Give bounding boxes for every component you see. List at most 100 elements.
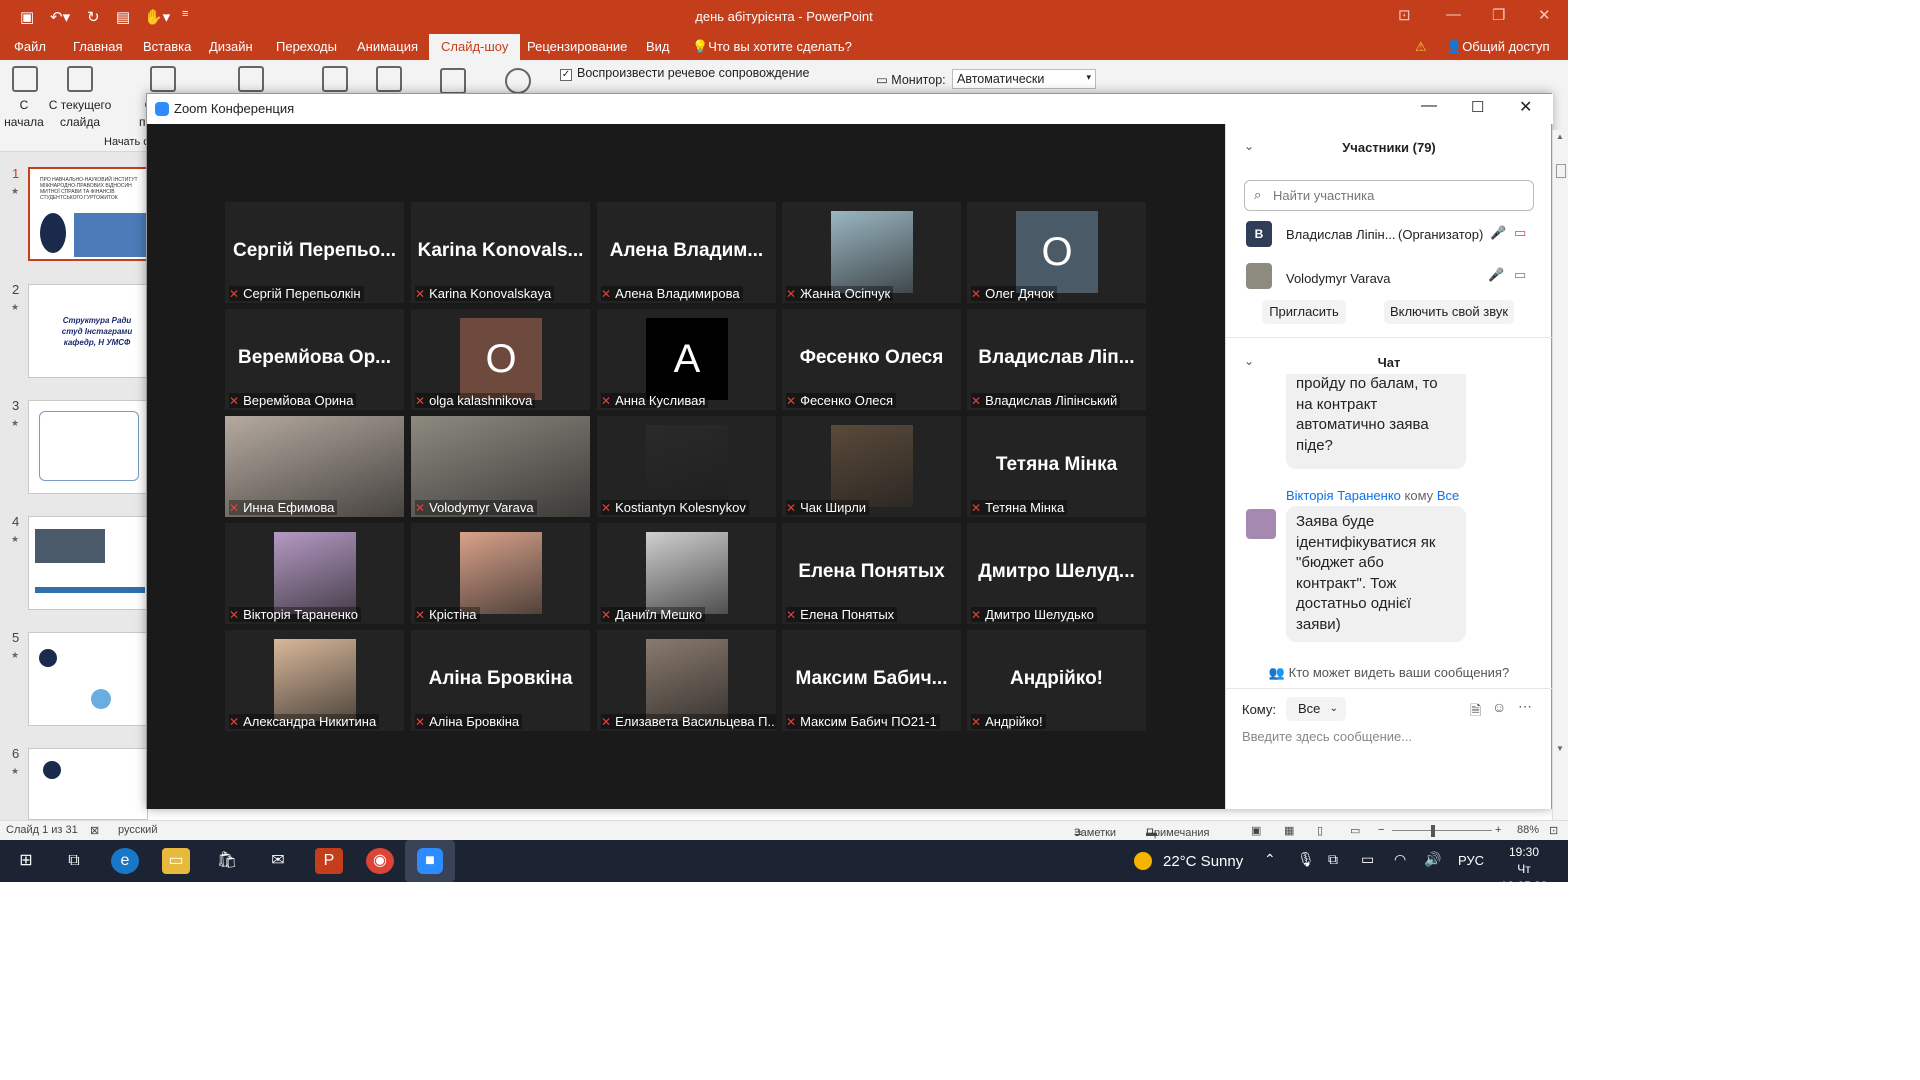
invite-button[interactable]: Пригласить xyxy=(1262,300,1346,324)
more-icon[interactable]: ⋯ xyxy=(1518,698,1532,715)
scroll-up-icon[interactable]: ▲ xyxy=(1556,132,1564,141)
reading-view-icon[interactable]: ▯ xyxy=(1317,824,1323,837)
hide-slide-icon[interactable] xyxy=(376,66,402,92)
record-icon[interactable] xyxy=(505,68,531,94)
video-tile[interactable]: ✕ Жанна Осіпчук xyxy=(782,202,961,303)
maximize-icon[interactable]: ☐ xyxy=(1471,98,1484,116)
battery-icon[interactable]: ▭ xyxy=(1361,851,1374,868)
tab-home[interactable]: Главная xyxy=(73,39,122,54)
custom-show-icon[interactable] xyxy=(238,66,264,92)
tab-insert[interactable]: Вставка xyxy=(143,39,191,54)
slide-thumbnail-3[interactable] xyxy=(28,400,148,494)
task-view-icon[interactable]: ⧉ xyxy=(60,848,88,874)
zoom-slider-handle[interactable] xyxy=(1431,825,1435,837)
narration-checkbox[interactable]: ✓ Воспроизвести речевое сопровождение xyxy=(560,66,809,81)
slide-sorter-icon[interactable]: ▦ xyxy=(1284,824,1294,837)
video-tile[interactable]: Тетяна Мінка ✕ Тетяна Мінка xyxy=(967,416,1146,517)
tab-animation[interactable]: Анимация xyxy=(357,39,418,54)
video-tile[interactable]: ✕ Даниїл Мешко xyxy=(597,523,776,624)
input-language[interactable]: РУС xyxy=(1458,853,1484,868)
video-tile[interactable]: ✕ Вікторія Тараненко xyxy=(225,523,404,624)
slide-thumbnail-5[interactable] xyxy=(28,632,148,726)
scrollbar[interactable]: ▲ ▼ xyxy=(1552,130,1568,820)
video-tile[interactable]: Владислав Ліп... ✕ Владислав Ліпінський xyxy=(967,309,1146,410)
zoom-in-icon[interactable]: + xyxy=(1495,824,1501,836)
restore-icon[interactable]: ❐ xyxy=(1492,6,1505,24)
participant-search[interactable]: ⌕ Найти участника xyxy=(1244,180,1534,211)
fit-slide-icon[interactable]: ⊡ xyxy=(1549,824,1558,837)
powerpoint-icon[interactable]: P xyxy=(315,848,343,874)
video-tile[interactable]: ✕ Крістіна xyxy=(411,523,590,624)
video-tile[interactable]: Андрійко! ✕ Андрійко! xyxy=(967,630,1146,731)
chat-visibility-link[interactable]: 👥 Кто может видеть ваши сообщения? xyxy=(1226,665,1552,681)
monitor-select[interactable]: Автоматически ▾ xyxy=(952,69,1096,89)
play-from-start-icon[interactable] xyxy=(12,66,38,92)
participant-row[interactable]: В Владислав Ліпін... (Организатор) 🎤 ▭ xyxy=(1246,220,1536,250)
tab-transitions[interactable]: Переходы xyxy=(276,39,337,54)
mic-icon[interactable]: 🎤 xyxy=(1488,267,1504,283)
play-from-current-icon[interactable] xyxy=(67,66,93,92)
video-tile[interactable]: ✕ Александра Никитина xyxy=(225,630,404,731)
windows-start-icon[interactable]: ⊞ xyxy=(12,848,40,874)
microphone-icon[interactable]: 🎙 xyxy=(1297,851,1315,868)
video-tile[interactable]: Максим Бабич... ✕ Максим Бабич ПО21-1 xyxy=(782,630,961,731)
share-button[interactable]: 👤Общий доступ xyxy=(1446,39,1550,55)
slide-thumbnail-4[interactable] xyxy=(28,516,148,610)
screen-share-icon[interactable]: ⧉ xyxy=(1328,851,1338,868)
video-tile[interactable]: Веремйова Ор... ✕ Веремйова Орина xyxy=(225,309,404,410)
chevron-up-icon[interactable]: ⌃ xyxy=(1264,851,1276,868)
video-tile[interactable]: Алена Владим... ✕ Алена Владимирова xyxy=(597,202,776,303)
tab-view[interactable]: Вид xyxy=(646,39,670,54)
warning-icon[interactable]: ⚠ xyxy=(1415,39,1427,55)
video-tile[interactable]: ✕ Чак Ширли xyxy=(782,416,961,517)
volume-icon[interactable]: 🔊 xyxy=(1424,851,1441,868)
scroll-thumb[interactable] xyxy=(1556,164,1566,178)
slide-thumbnail-6[interactable] xyxy=(28,748,148,820)
unmute-button[interactable]: Включить свой звук xyxy=(1384,300,1514,324)
from-start-button[interactable]: Сначала xyxy=(4,97,44,131)
edge-icon[interactable]: e xyxy=(111,848,139,874)
ribbon-options-icon[interactable]: ⊡ xyxy=(1398,6,1411,24)
store-icon[interactable]: 🛍 xyxy=(213,848,241,874)
zoom-out-icon[interactable]: − xyxy=(1378,824,1384,836)
emoji-icon[interactable]: ☺ xyxy=(1492,699,1506,715)
minimize-icon[interactable]: — xyxy=(1446,6,1461,23)
close-icon[interactable]: ✕ xyxy=(1538,6,1551,24)
mic-muted-icon[interactable]: 🎤 xyxy=(1490,225,1506,241)
chat-recipient-select[interactable]: Все ⌄ xyxy=(1286,697,1346,721)
slide-thumbnail-2[interactable]: Структура Ради студ Інстаграми кафедр, Н… xyxy=(28,284,148,378)
wifi-icon[interactable]: ◠ xyxy=(1394,851,1406,868)
video-tile[interactable]: ✕ Елизавета Васильцева П... xyxy=(597,630,776,731)
video-tile[interactable]: ✕ Volodymyr Varava xyxy=(411,416,590,517)
video-tile[interactable]: Фесенко Олеся ✕ Фесенко Олеся xyxy=(782,309,961,410)
slideshow-view-icon[interactable]: ▭ xyxy=(1350,824,1360,837)
video-tile[interactable]: Аліна Бровкіна ✕ Аліна Бровкіна xyxy=(411,630,590,731)
present-online-icon[interactable] xyxy=(150,66,176,92)
slide-thumbnail-1[interactable]: ПРО НАВЧАЛЬНО-НАУКОВИЙ ІНСТИТУТ МІЖНАРОД… xyxy=(28,167,148,261)
spellcheck-icon[interactable]: ⊠ xyxy=(90,824,99,837)
close-icon[interactable]: ✕ xyxy=(1519,97,1532,117)
tab-slideshow[interactable]: Слайд-шоу xyxy=(429,34,521,60)
zoom-taskbar-icon[interactable]: ■ xyxy=(405,840,455,882)
tab-file[interactable]: Файл xyxy=(14,39,46,54)
language[interactable]: русский xyxy=(118,824,157,836)
video-tile[interactable]: O ✕ olga kalashnikova xyxy=(411,309,590,410)
tab-review[interactable]: Рецензирование xyxy=(527,39,627,54)
from-current-button[interactable]: С текущего слайда xyxy=(46,97,114,131)
video-tile[interactable]: Сергій Перепьо... ✕ Сергій Перепьолкін xyxy=(225,202,404,303)
weather-text[interactable]: 22°C Sunny xyxy=(1163,853,1243,870)
tab-design[interactable]: Дизайн xyxy=(209,39,253,54)
minimize-icon[interactable]: — xyxy=(1421,97,1437,115)
file-icon[interactable]: 🗎 xyxy=(1470,700,1481,724)
zoom-level[interactable]: 88% xyxy=(1517,824,1539,836)
video-off-icon[interactable]: ▭ xyxy=(1514,225,1526,241)
zoom-slider[interactable] xyxy=(1392,830,1492,831)
video-tile[interactable]: Дмитро Шелуд... ✕ Дмитро Шелудько xyxy=(967,523,1146,624)
video-tile[interactable]: O ✕ Олег Дячок xyxy=(967,202,1146,303)
video-tile[interactable]: Елена Понятых ✕ Елена Понятых xyxy=(782,523,961,624)
video-tile[interactable]: A ✕ Анна Куcливая xyxy=(597,309,776,410)
video-tile[interactable]: ✕ Инна Ефимова xyxy=(225,416,404,517)
setup-show-icon[interactable] xyxy=(322,66,348,92)
tell-me-box[interactable]: 💡Что вы хотите сделать? xyxy=(692,39,852,55)
mail-icon[interactable]: ✉ xyxy=(264,848,292,874)
